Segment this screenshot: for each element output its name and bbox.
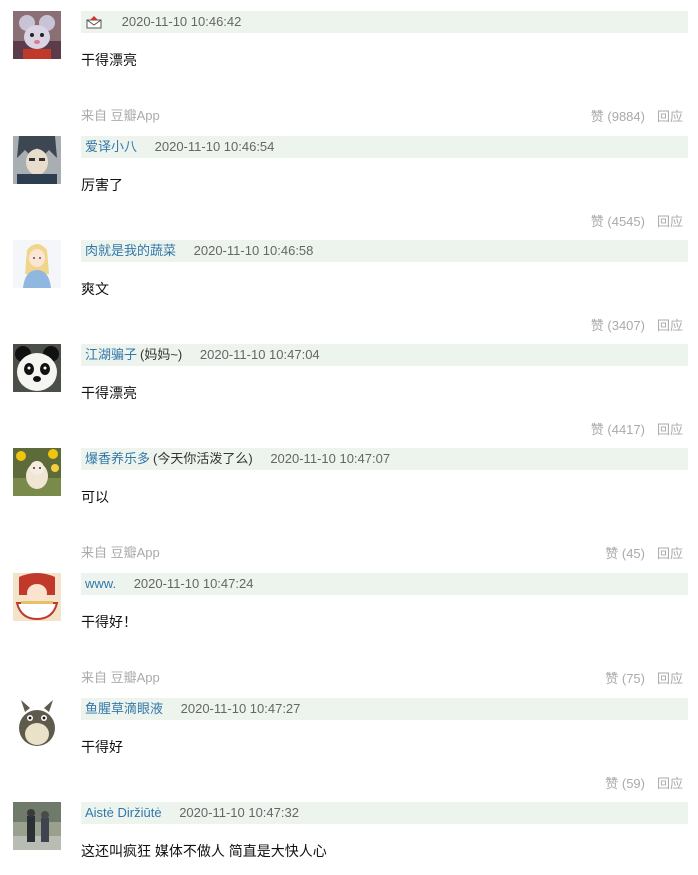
comment-source: 来自 豆瓣App: [81, 108, 160, 123]
reply-button[interactable]: 回应: [657, 109, 683, 124]
comment-username[interactable]: 江湖骗子: [85, 347, 137, 362]
comment-text: 干得漂亮: [81, 52, 137, 68]
comment-source: 来自 豆瓣App: [81, 670, 160, 685]
reply-button[interactable]: 回应: [657, 546, 683, 561]
comment-actions: 赞 (4545) 回应: [591, 213, 683, 231]
reply-button[interactable]: 回应: [657, 214, 683, 229]
avatar[interactable]: [13, 240, 61, 288]
comment-actions: 赞 (75) 回应: [605, 670, 683, 688]
comment-timestamp: 2020-11-10 10:46:42: [121, 14, 242, 29]
comment-actions: 赞 (45) 回应: [605, 545, 683, 563]
comment-username[interactable]: 肉就是我的蔬菜: [85, 243, 176, 258]
comment-header: 鱼腥草滴眼液 2020-11-10 10:47:27: [81, 698, 688, 720]
comment-timestamp: 2020-11-10 10:47:32: [179, 805, 299, 820]
comment-text: 干得漂亮: [81, 385, 137, 401]
comment-text: 爽文: [81, 281, 109, 297]
like-button[interactable]: 赞 (9884): [591, 109, 645, 124]
comment-text: 可以: [81, 489, 109, 505]
comment-header: 肉就是我的蔬菜 2020-11-10 10:46:58: [81, 240, 688, 262]
comment-actions: 赞 (3407) 回应: [591, 317, 683, 335]
comment-source: 来自 豆瓣App: [81, 545, 160, 560]
avatar[interactable]: [13, 136, 61, 184]
lamb-flowers-avatar-icon: [13, 448, 61, 496]
like-button[interactable]: 赞 (59): [605, 776, 645, 791]
comment-actions: 赞 (59) 回应: [605, 775, 683, 793]
comment-text: 干得好！: [81, 614, 137, 630]
comment-username[interactable]: 鱼腥草滴眼液: [85, 701, 163, 716]
panda-avatar-icon: [13, 344, 61, 392]
avatar[interactable]: [13, 802, 61, 850]
comment-actions: 赞 (9884) 回应: [591, 108, 683, 126]
avatar[interactable]: [13, 11, 61, 59]
like-button[interactable]: 赞 (75): [605, 671, 645, 686]
comment-timestamp: 2020-11-10 10:47:07: [270, 451, 391, 466]
comment-timestamp: 2020-11-10 10:46:54: [154, 139, 275, 154]
street-photo-avatar-icon: [13, 802, 61, 850]
user-status: (今天你活泼了么): [153, 451, 253, 466]
avatar[interactable]: [13, 344, 61, 392]
illustrated-girl-avatar-icon: [13, 240, 61, 288]
comment-header: 2020-11-10 10:46:42: [81, 11, 688, 33]
avatar[interactable]: [13, 698, 61, 746]
comment-timestamp: 2020-11-10 10:47:27: [180, 701, 301, 716]
comment-text: 干得好: [81, 739, 123, 755]
comment-timestamp: 2020-11-10 10:47:04: [199, 347, 320, 362]
comment-timestamp: 2020-11-10 10:46:58: [193, 243, 314, 258]
comment-header: 爱译小八 2020-11-10 10:46:54: [81, 136, 688, 158]
anime-eating-avatar-icon: [13, 573, 61, 621]
like-button[interactable]: 赞 (4417): [591, 422, 645, 437]
reply-button[interactable]: 回应: [657, 776, 683, 791]
comment-text: 这还叫疯狂 媒体不做人 简直是大快人心: [81, 843, 327, 859]
envelope-icon[interactable]: [86, 14, 102, 33]
comment-text: 厉害了: [81, 177, 123, 193]
reply-button[interactable]: 回应: [657, 671, 683, 686]
totoro-avatar-icon: [13, 698, 61, 746]
avatar[interactable]: [13, 573, 61, 621]
comment-username[interactable]: www.: [85, 576, 116, 591]
comment-username[interactable]: 爱译小八: [85, 139, 137, 154]
user-status: (妈妈~): [140, 347, 183, 362]
cartoon-mouse-avatar-icon: [13, 11, 61, 59]
like-button[interactable]: 赞 (45): [605, 546, 645, 561]
comment-actions: 赞 (4417) 回应: [591, 421, 683, 439]
like-button[interactable]: 赞 (4545): [591, 214, 645, 229]
anime-character-avatar-icon: [13, 136, 61, 184]
avatar[interactable]: [13, 448, 61, 496]
comment-username[interactable]: 爆香养乐多: [85, 451, 150, 466]
comment-header: www. 2020-11-10 10:47:24: [81, 573, 688, 595]
like-button[interactable]: 赞 (3407): [591, 318, 645, 333]
reply-button[interactable]: 回应: [657, 422, 683, 437]
comment-header: Aistė Diržiūtė 2020-11-10 10:47:32: [81, 802, 688, 824]
comment-timestamp: 2020-11-10 10:47:24: [133, 576, 254, 591]
comment-username[interactable]: Aistė Diržiūtė: [85, 805, 162, 820]
comment-header: 江湖骗子 (妈妈~) 2020-11-10 10:47:04: [81, 344, 688, 366]
reply-button[interactable]: 回应: [657, 318, 683, 333]
comment-header: 爆香养乐多 (今天你活泼了么) 2020-11-10 10:47:07: [81, 448, 688, 470]
